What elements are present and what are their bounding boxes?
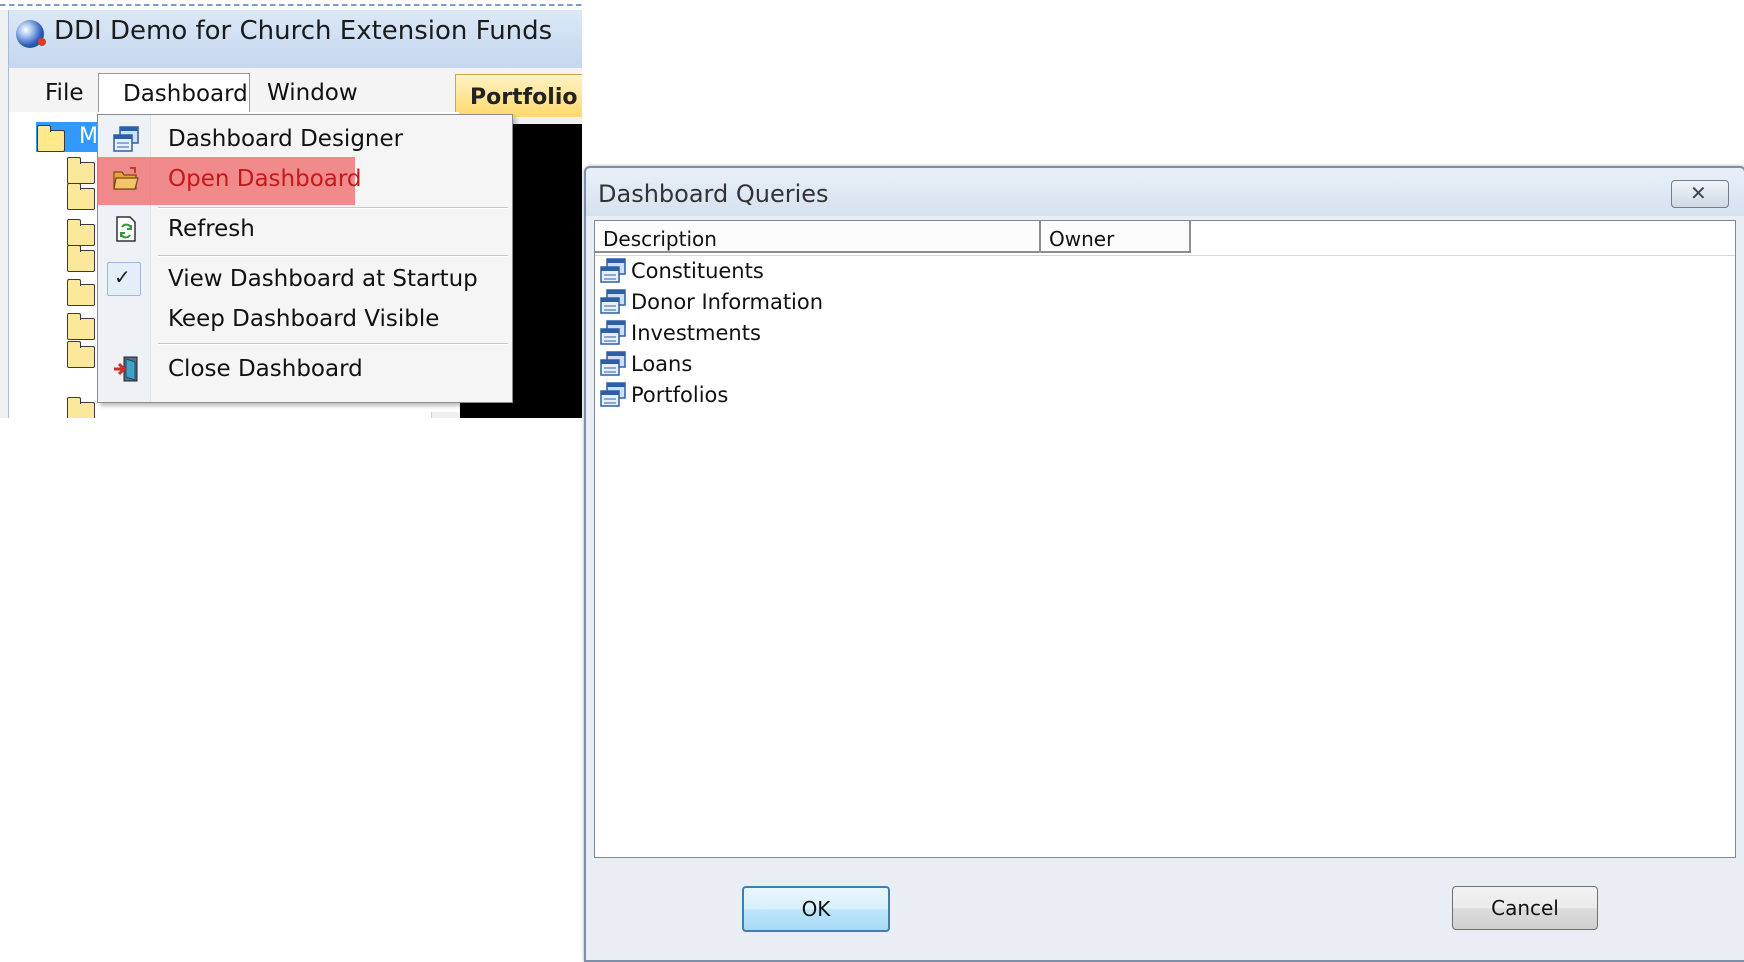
dashboard-queries-dialog: Dashboard Queries ✕ Description Owner Co… (584, 166, 1744, 962)
query-icon (600, 289, 626, 314)
folder-icon[interactable] (66, 157, 95, 184)
menu-item-open-dashboard[interactable]: Open Dashboard (98, 159, 512, 199)
list-item[interactable]: Loans (597, 348, 1397, 380)
query-icon (600, 351, 626, 376)
exit-door-icon (114, 356, 138, 382)
ok-button-label: OK (801, 897, 831, 921)
menu-separator (158, 343, 508, 345)
folder-open-icon (36, 125, 65, 152)
query-description: Constituents (631, 259, 764, 283)
tree-selected-label: M (79, 124, 98, 149)
query-description: Loans (631, 352, 693, 376)
menu-item-keep-dashboard-visible[interactable]: Keep Dashboard Visible (98, 299, 512, 339)
menu-item-label: Keep Dashboard Visible (168, 306, 440, 332)
query-description: Portfolios (631, 383, 729, 407)
ok-button[interactable]: OK (742, 886, 890, 932)
list-item[interactable]: Portfolios (597, 379, 1397, 411)
menu-item-refresh[interactable]: Refresh (98, 209, 512, 249)
folder-icon[interactable] (66, 341, 95, 368)
query-icon (600, 258, 626, 283)
folder-icon[interactable] (66, 397, 95, 418)
queries-list[interactable]: Description Owner Constituents Donor Inf… (594, 220, 1736, 858)
menu-item-dashboard-designer[interactable]: Dashboard Designer (98, 119, 512, 159)
app-logo-icon (16, 20, 46, 48)
query-description: Investments (631, 321, 761, 345)
dialog-title-bar: Dashboard Queries ✕ (586, 168, 1744, 216)
menu-item-close-dashboard[interactable]: Close Dashboard (98, 349, 512, 389)
menu-item-label: Close Dashboard (168, 356, 363, 382)
menu-separator (158, 255, 508, 257)
close-button[interactable]: ✕ (1671, 180, 1729, 208)
close-icon: ✕ (1690, 181, 1707, 205)
menu-item-label: Dashboard Designer (168, 126, 404, 152)
menu-item-label: View Dashboard at Startup (168, 266, 478, 292)
folder-icon[interactable] (66, 279, 95, 306)
app-title: DDI Demo for Church Extension Funds (54, 16, 553, 46)
folder-icon[interactable] (66, 313, 95, 340)
cancel-button[interactable]: Cancel (1452, 886, 1598, 930)
column-header-description[interactable]: Description (595, 221, 1041, 253)
menu-item-label: Refresh (168, 216, 255, 242)
refresh-icon (116, 216, 136, 242)
open-folder-icon (113, 167, 139, 190)
query-icon (600, 382, 626, 407)
dashboard-designer-icon (113, 126, 139, 152)
folder-icon[interactable] (66, 219, 95, 246)
list-item[interactable]: Donor Information (597, 286, 1397, 318)
column-header-label: Description (603, 227, 717, 251)
list-header: Description Owner (595, 221, 1735, 256)
window-dashed-edge (0, 0, 582, 10)
list-item[interactable]: Investments (597, 317, 1397, 349)
query-icon (600, 320, 626, 345)
menu-window[interactable]: Window (267, 80, 358, 106)
menu-dashboard-label: Dashboard (123, 81, 248, 107)
cancel-button-label: Cancel (1491, 896, 1559, 920)
menu-item-label: Open Dashboard (168, 166, 362, 192)
column-header-owner[interactable]: Owner (1041, 221, 1191, 253)
column-header-label: Owner (1049, 227, 1115, 251)
tab-portfolio-label: Portfolio (470, 85, 578, 110)
tab-portfolio[interactable]: Portfolio (455, 74, 582, 117)
menu-item-view-dashboard-at-startup[interactable]: ✓ View Dashboard at Startup (98, 259, 512, 299)
folder-icon[interactable] (66, 183, 95, 210)
list-item[interactable]: Constituents (597, 255, 1397, 287)
checkmark-icon: ✓ (107, 262, 141, 296)
menu-file[interactable]: File (45, 80, 84, 106)
folder-icon[interactable] (66, 245, 95, 272)
menu-dashboard[interactable]: Dashboard (98, 73, 250, 114)
dialog-title: Dashboard Queries (598, 180, 829, 208)
dashboard-menu-dropdown: Dashboard Designer Open Dashboard Refres… (97, 114, 513, 403)
query-description: Donor Information (631, 290, 824, 314)
